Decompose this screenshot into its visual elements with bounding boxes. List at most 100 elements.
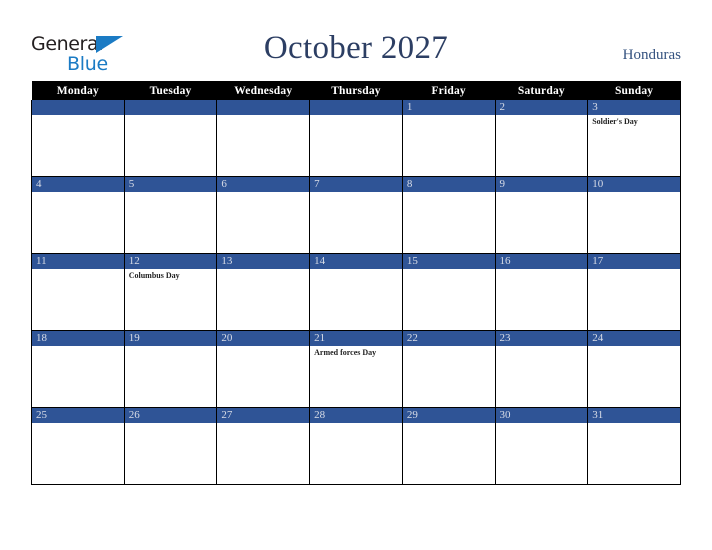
calendar-day-cell[interactable]: 16: [494, 253, 589, 331]
day-content[interactable]: [588, 346, 680, 407]
weekday-header-sunday: Sunday: [587, 81, 681, 100]
day-number: 26: [124, 408, 217, 423]
calendar-grid: Monday Tuesday Wednesday Thursday Friday…: [31, 81, 681, 485]
day-number: 13: [217, 254, 310, 269]
weekday-header-thursday: Thursday: [309, 81, 403, 100]
calendar-day-cell[interactable]: 11: [31, 253, 125, 331]
calendar-day-cell[interactable]: 17: [587, 253, 681, 331]
calendar-day-cell[interactable]: 10: [587, 176, 681, 254]
day-content[interactable]: [310, 423, 402, 484]
day-content[interactable]: [32, 269, 124, 330]
calendar-day-cell[interactable]: [31, 100, 125, 177]
calendar-day-cell[interactable]: 20: [216, 330, 311, 408]
calendar-day-cell[interactable]: 19: [123, 330, 218, 408]
day-content[interactable]: [125, 192, 217, 253]
day-content[interactable]: [588, 192, 680, 253]
day-number: [32, 100, 124, 115]
calendar-day-cell[interactable]: 23: [494, 330, 589, 408]
day-number: 22: [402, 331, 495, 346]
calendar-day-cell[interactable]: [123, 100, 218, 177]
calendar-week-row: 4 5 6 7 8 9 10: [31, 176, 681, 254]
event-label: Soldier's Day: [592, 117, 638, 126]
calendar-day-cell[interactable]: 9: [494, 176, 589, 254]
day-number: 18: [32, 331, 124, 346]
calendar-day-cell[interactable]: 4: [31, 176, 125, 254]
calendar-day-cell[interactable]: [216, 100, 311, 177]
day-number: 19: [124, 331, 217, 346]
calendar-day-cell[interactable]: 31: [587, 407, 681, 485]
day-number: 31: [588, 408, 680, 423]
calendar-day-cell[interactable]: 2: [494, 100, 589, 177]
calendar-day-cell[interactable]: 18: [31, 330, 125, 408]
day-content[interactable]: [403, 423, 495, 484]
calendar-day-cell[interactable]: 25: [31, 407, 125, 485]
calendar-day-cell[interactable]: 3 Soldier's Day: [587, 100, 681, 177]
day-content[interactable]: [403, 115, 495, 176]
day-content[interactable]: [125, 115, 217, 176]
calendar-day-cell[interactable]: 27: [216, 407, 311, 485]
day-content[interactable]: [496, 115, 588, 176]
day-content[interactable]: [32, 346, 124, 407]
calendar-day-cell[interactable]: 24: [587, 330, 681, 408]
calendar-day-cell[interactable]: 13: [216, 253, 311, 331]
weekday-header-saturday: Saturday: [495, 81, 588, 100]
day-content[interactable]: [496, 346, 588, 407]
event-label: Columbus Day: [128, 271, 180, 280]
calendar-day-cell[interactable]: 14: [309, 253, 403, 331]
day-content[interactable]: [217, 346, 309, 407]
day-number: 24: [588, 331, 680, 346]
day-content[interactable]: Armed forces Day: [310, 346, 402, 407]
day-content[interactable]: Soldier's Day: [588, 115, 680, 176]
day-content[interactable]: [403, 192, 495, 253]
day-number: 21: [310, 331, 402, 346]
calendar-day-cell[interactable]: 12 Columbus Day: [123, 253, 218, 331]
day-number: 4: [32, 177, 124, 192]
calendar-day-cell[interactable]: 6: [216, 176, 311, 254]
calendar-day-cell[interactable]: 15: [401, 253, 496, 331]
calendar-day-cell[interactable]: 1: [401, 100, 496, 177]
calendar-week-row: 25 26 27 28 29 30 31: [31, 407, 681, 485]
day-content[interactable]: [496, 269, 588, 330]
weekday-header-wednesday: Wednesday: [216, 81, 310, 100]
day-content[interactable]: [310, 192, 402, 253]
day-content[interactable]: [125, 423, 217, 484]
day-number: 5: [124, 177, 217, 192]
calendar-week-row: 11 12 Columbus Day 13 14 15 16 17: [31, 253, 681, 331]
calendar-day-cell[interactable]: 7: [309, 176, 403, 254]
day-content[interactable]: [310, 115, 402, 176]
day-content[interactable]: [310, 269, 402, 330]
day-content[interactable]: [217, 269, 309, 330]
day-content[interactable]: [588, 423, 680, 484]
day-number: 9: [495, 177, 588, 192]
day-number: 10: [588, 177, 680, 192]
calendar-day-cell[interactable]: 26: [123, 407, 218, 485]
day-content[interactable]: [32, 192, 124, 253]
calendar-day-cell[interactable]: 5: [123, 176, 218, 254]
day-content[interactable]: [32, 423, 124, 484]
calendar-day-cell[interactable]: 28: [309, 407, 403, 485]
day-content[interactable]: [496, 192, 588, 253]
calendar-day-cell[interactable]: 30: [494, 407, 589, 485]
day-content[interactable]: [403, 269, 495, 330]
calendar-day-cell[interactable]: 29: [401, 407, 496, 485]
calendar-day-cell[interactable]: 21 Armed forces Day: [309, 330, 403, 408]
day-content[interactable]: [125, 346, 217, 407]
day-content[interactable]: [32, 115, 124, 176]
day-content[interactable]: [496, 423, 588, 484]
day-content[interactable]: Columbus Day: [125, 269, 217, 330]
day-content[interactable]: [217, 423, 309, 484]
day-content[interactable]: [217, 192, 309, 253]
day-content[interactable]: [403, 346, 495, 407]
day-content[interactable]: [588, 269, 680, 330]
page-header: General Blue October 2027 Honduras: [0, 0, 712, 81]
day-number: 7: [310, 177, 402, 192]
day-number: 12: [124, 254, 217, 269]
weekday-header-tuesday: Tuesday: [124, 81, 217, 100]
calendar-day-cell[interactable]: [309, 100, 403, 177]
calendar-body: 1 2 3 Soldier's Day 4 5 6 7 8 9 10 11 12 C…: [31, 100, 681, 485]
calendar-day-cell[interactable]: 22: [401, 330, 496, 408]
day-content[interactable]: [217, 115, 309, 176]
day-number: 28: [310, 408, 402, 423]
calendar-day-cell[interactable]: 8: [401, 176, 496, 254]
day-number: 2: [495, 100, 588, 115]
